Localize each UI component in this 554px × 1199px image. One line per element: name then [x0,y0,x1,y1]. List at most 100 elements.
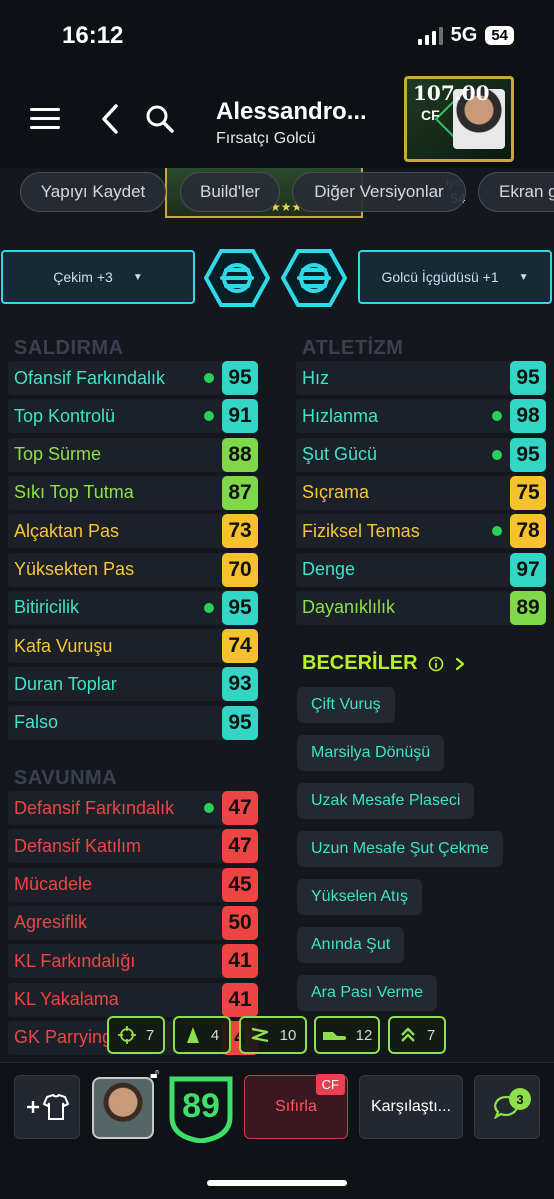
stat-value: 91 [222,399,258,434]
boost-dropdown-right[interactable]: Golcü İçgüdüsü +1 ▼ [358,250,552,304]
stat-row: Alçaktan Pas 73 [8,514,258,549]
stat-row: Agresiflik 50 [8,905,258,940]
stat-value: 89 [510,590,546,625]
stat-value: 41 [222,944,258,979]
stat-row: Sıçrama 75 [296,475,546,510]
stat-value: 45 [222,867,258,902]
stat-label: KL Farkındalığı [14,950,136,971]
stat-value: 97 [510,552,546,587]
counter-crosshair[interactable]: 7 [107,1016,165,1054]
counter-double-chevron[interactable]: 7 [388,1016,446,1054]
chat-button[interactable]: 3 [474,1075,540,1139]
skill-chip[interactable]: Ara Pası Verme [297,975,438,1011]
cone-icon [186,1027,199,1043]
tab-save-build[interactable]: Yapıyı Kaydet [20,172,166,212]
overall-rating: 89 [182,1087,220,1125]
stat-row: KL Farkındalığı 41 [8,944,258,979]
section-title-defense: SAVUNMA [14,767,118,789]
stat-value: 95 [222,705,258,740]
stat-label: Agresiflik [14,912,88,933]
skill-chip[interactable]: Yükselen Atış [297,879,422,915]
info-icon[interactable] [428,656,444,672]
stat-value: 70 [222,552,258,587]
stat-row: Yüksekten Pas 70 [8,552,258,587]
stat-row: KL Yakalama 41 [8,982,258,1017]
reset-position-badge: CF [315,1074,345,1095]
stat-row: Duran Toplar 93 [8,667,258,702]
boost-dropdown-left[interactable]: Çekim +3 ▼ [1,250,195,304]
chat-badge: 3 [509,1088,531,1110]
stat-value: 95 [510,437,546,472]
search-icon[interactable] [145,104,175,134]
compare-button[interactable]: Karşılaştı... [359,1075,463,1139]
player-avatar[interactable]: 🔓︎ [92,1065,159,1139]
add-kit-button[interactable] [14,1075,80,1139]
boost-right-label: Golcü İçgüdüsü +1 [381,269,499,285]
counter-cone[interactable]: 4 [173,1016,231,1054]
skill-chip[interactable]: Marsilya Dönüşü [297,735,445,771]
player-role: Fırsatçı Golcü [216,130,316,147]
stat-row: Falso 95 [8,705,258,740]
boot-icon [322,1032,346,1040]
counter-value: 4 [210,1026,220,1044]
stat-label: Top Kontrolü [14,405,116,426]
back-icon[interactable] [96,102,126,136]
stat-label: Kafa Vuruşu [14,635,113,656]
counter-value: 7 [145,1026,155,1044]
stat-row: Mücadele 45 [8,867,258,902]
status-bar: 16:12 5G 54 [0,0,554,70]
add-kit-icon [27,1093,69,1120]
stat-row: Hızlanma 98 [296,399,546,434]
counter-value: 7 [426,1026,436,1044]
stat-label: Top Sürme [14,444,102,465]
stat-row: Ofansif Farkındalık 95 [8,361,258,395]
chevron-right-icon[interactable] [454,656,466,672]
player-card-thumbnail[interactable]: 107.00 CF [404,76,514,162]
stat-label: Mücadele [14,874,93,895]
counter-value: 10 [279,1026,297,1044]
stat-row: Şut Gücü 95 [296,437,546,472]
app-header: Alessandro... Fırsatçı Golcü 107.00 CF [0,70,554,168]
skills-header[interactable]: BECERİLER [302,652,466,675]
stat-label: Sıçrama [302,482,370,503]
stat-value: 95 [222,590,258,625]
stat-label: Sıkı Top Tutma [14,482,134,503]
battery-icon: 54 [485,26,514,45]
boost-left-label: Çekim +3 [53,269,113,285]
bottom-toolbar: 🔓︎ 89 Sıfırla CF Karşılaştı... 3 [0,1062,554,1199]
tab-screen[interactable]: Ekran g [478,172,554,212]
stat-row: Dayanıklılık 89 [296,590,546,625]
stat-row: Hız 95 [296,361,546,395]
skills-title: BECERİLER [302,652,418,674]
stat-row: Fiziksel Temas 78 [296,514,546,549]
skill-chip[interactable]: Uzak Mesafe Plaseci [297,783,475,819]
stat-label: Fiziksel Temas [302,520,420,541]
counter-boot[interactable]: 12 [314,1016,380,1054]
tab-other-versions[interactable]: Diğer Versiyonlar [292,172,466,212]
reset-label: Sıfırla [275,1098,317,1115]
stat-label: Yüksekten Pas [14,559,135,579]
counter-value: 12 [355,1026,373,1044]
stat-value: 47 [222,791,258,825]
efootball-hex-icon [204,249,270,307]
home-indicator [207,1180,347,1186]
menu-icon[interactable] [30,108,60,130]
skill-chip[interactable]: Anında Şut [297,927,405,963]
stat-label: Alçaktan Pas [14,520,120,541]
stat-value: 93 [222,667,258,702]
tab-builds[interactable]: Build'ler [180,172,280,212]
efootball-hex-icon [281,249,347,307]
stat-label: Defansif Katılım [14,835,142,856]
counter-zigzag[interactable]: 10 [239,1016,307,1054]
stat-row: Top Kontrolü 91 [8,399,258,434]
skill-chip[interactable]: Çift Vuruş [297,687,395,723]
stat-label: Duran Toplar [14,673,117,694]
stat-row: Sıkı Top Tutma 87 [8,475,258,510]
boosted-dot-icon [204,411,214,422]
chevron-down-icon: ▼ [132,271,143,283]
double-chevron-up-icon [400,1027,415,1042]
reset-button[interactable]: Sıfırla CF [244,1074,348,1139]
network-label: 5G [450,24,478,46]
skill-chip[interactable]: Uzun Mesafe Şut Çekme [297,831,503,867]
stat-row: Defansif Katılım 47 [8,829,258,864]
